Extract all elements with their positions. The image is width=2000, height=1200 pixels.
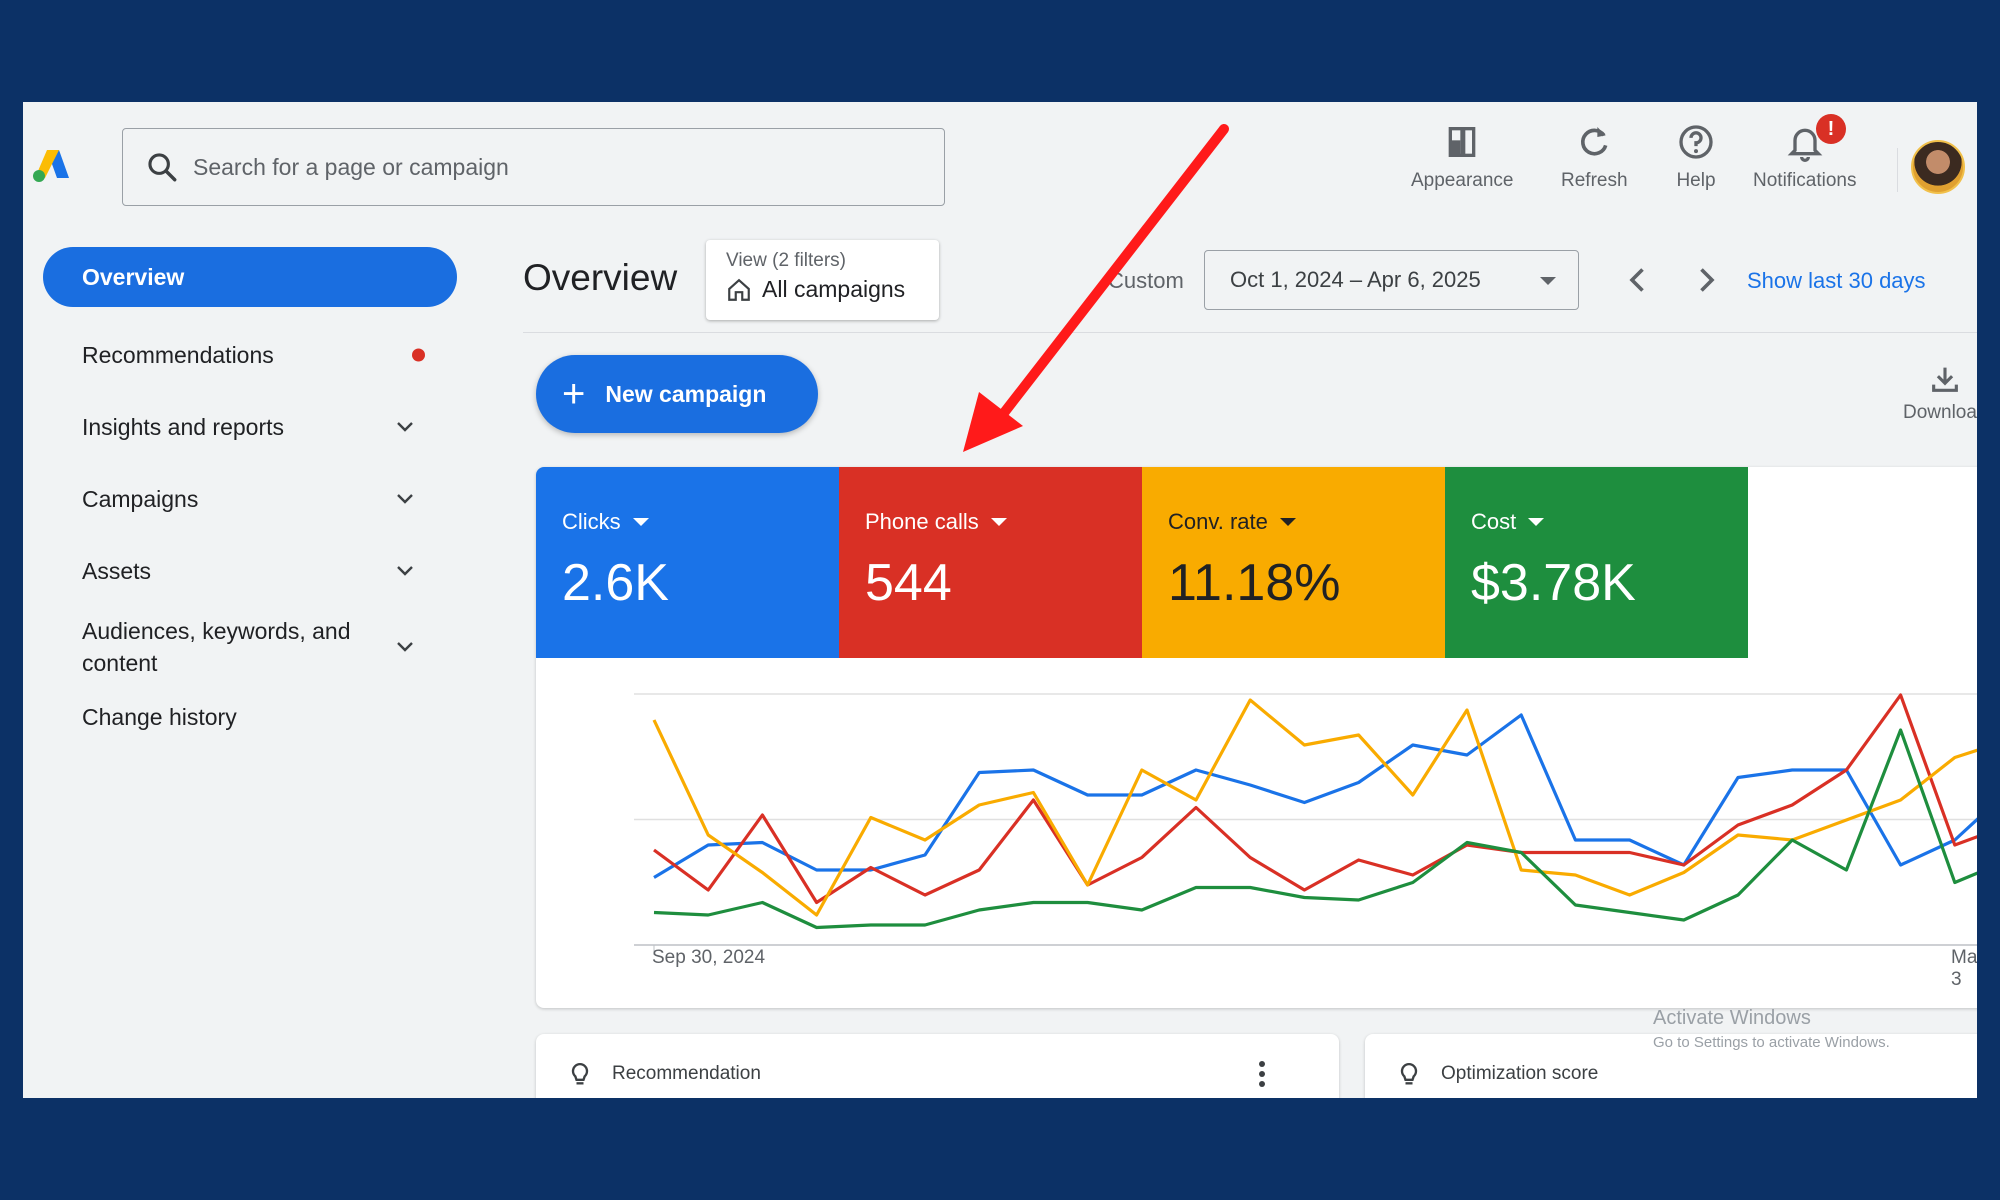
chevron-down-icon <box>397 642 413 652</box>
new-campaign-button[interactable]: + New campaign <box>536 355 818 433</box>
metric-value: 2.6K <box>562 554 669 612</box>
plus-icon: + <box>562 372 586 416</box>
metric-value: 11.18% <box>1168 554 1341 612</box>
dropdown-arrow-icon <box>990 518 1007 526</box>
refresh-icon <box>1581 127 1608 156</box>
view-filters-label: View (2 filters) <box>726 250 847 271</box>
sidebar-item-label: Insights and reports <box>82 413 285 440</box>
windows-watermark: Activate Windows Go to Settings to activ… <box>1653 1007 1890 1051</box>
metric-tile-clicks[interactable]: Clicks 2.6K <box>536 467 839 658</box>
metric-tile-phone-calls[interactable]: Phone calls 544 <box>839 467 1142 658</box>
topbar-divider <box>1897 148 1898 192</box>
date-range-picker[interactable]: Oct 1, 2024 – Apr 6, 2025 <box>1204 250 1579 310</box>
watermark-line1: Activate Windows <box>1653 1007 1811 1029</box>
sidebar-item-label: Change history <box>82 703 237 730</box>
watermark-line2: Go to Settings to activate Windows. <box>1653 1034 1890 1051</box>
metric-value: $3.78K <box>1471 554 1636 612</box>
help-button[interactable]: Help <box>1676 122 1716 192</box>
metric-value: 544 <box>865 554 952 612</box>
recommendation-card[interactable]: Recommendation <box>536 1034 1339 1098</box>
appearance-label: Appearance <box>1411 170 1514 191</box>
metric-tile-conv-rate[interactable]: Conv. rate 11.18% <box>1142 467 1445 658</box>
optimization-score-title: Optimization score <box>1441 1063 1599 1084</box>
sidebar-item-label: Assets <box>82 557 152 584</box>
notifications-label: Notifications <box>1753 170 1857 191</box>
sidebar-item-change-history[interactable]: Change history <box>43 687 457 747</box>
help-icon <box>1679 125 1713 159</box>
custom-label: Custom <box>1108 268 1184 293</box>
avatar[interactable] <box>1911 140 1965 194</box>
sidebar-item-insights[interactable]: Insights and reports <box>43 391 457 463</box>
google-ads-logo[interactable] <box>31 148 71 184</box>
chevron-down-icon <box>397 494 413 504</box>
appearance-icon <box>1448 127 1476 157</box>
refresh-button[interactable]: Refresh <box>1561 122 1628 192</box>
chevron-down-icon <box>397 422 413 432</box>
dropdown-arrow-icon <box>1528 518 1545 526</box>
sidebar-item-recommendations[interactable]: Recommendations <box>43 319 457 391</box>
metric-label: Conv. rate <box>1168 509 1268 534</box>
refresh-label: Refresh <box>1561 170 1628 191</box>
lightbulb-icon <box>571 1062 589 1085</box>
sidebar-item-label: Overview <box>82 263 185 290</box>
x-axis-end-label: Mar 3 <box>1951 947 1977 990</box>
x-axis-start-label: Sep 30, 2024 <box>652 947 766 968</box>
dropdown-arrow-icon <box>1540 277 1556 285</box>
date-range-value: Oct 1, 2024 – Apr 6, 2025 <box>1230 267 1481 292</box>
search-input[interactable] <box>193 153 893 181</box>
chevron-right-icon[interactable] <box>1688 262 1724 298</box>
search-icon <box>148 153 177 182</box>
home-icon <box>728 278 750 301</box>
dropdown-arrow-icon <box>632 518 649 526</box>
recommendation-title: Recommendation <box>612 1063 761 1084</box>
sidebar-item-label: Campaigns <box>82 485 199 512</box>
sidebar-item-assets[interactable]: Assets <box>43 535 457 607</box>
chevron-down-icon <box>397 566 413 576</box>
dropdown-arrow-icon <box>1279 518 1296 526</box>
recommendations-dot <box>412 348 425 362</box>
sidebar-item-audiences[interactable]: Audiences, keywords, and content <box>43 607 457 687</box>
metric-tile-cost[interactable]: Cost $3.78K <box>1445 467 1748 658</box>
page-title: Overview <box>523 257 678 298</box>
appearance-button[interactable]: Appearance <box>1411 122 1513 192</box>
download-icon <box>1932 367 1959 392</box>
notification-badge: ! <box>1816 114 1846 144</box>
more-options-icon[interactable] <box>1248 1060 1276 1088</box>
chart-series-line-3[interactable] <box>653 728 1977 930</box>
sidebar-item-campaigns[interactable]: Campaigns <box>43 463 457 535</box>
chevron-left-icon[interactable] <box>1620 262 1656 298</box>
metric-label: Clicks <box>562 509 621 534</box>
download-button[interactable]: Download <box>1903 362 1977 424</box>
sidebar-item-overview[interactable]: Overview <box>43 247 457 307</box>
new-campaign-label: New campaign <box>605 380 767 407</box>
lightbulb-icon <box>1400 1062 1418 1085</box>
metric-label: Phone calls <box>865 509 979 534</box>
help-label: Help <box>1676 170 1716 191</box>
view-scope-label: All campaigns <box>762 276 906 302</box>
search-bar[interactable] <box>122 128 945 206</box>
view-filter-selector[interactable]: View (2 filters) All campaigns <box>706 240 939 320</box>
sidebar-nav: Overview Recommendations Insights and re… <box>43 247 457 747</box>
performance-card: Clicks 2.6K Phone calls 544 Conv. rate 1… <box>536 467 1977 1008</box>
sidebar-item-label: Audiences, keywords, and content <box>82 618 351 676</box>
download-label: Download <box>1903 402 1977 423</box>
header-divider <box>523 332 1977 333</box>
metric-label: Cost <box>1471 509 1517 534</box>
show-last-30-days-link[interactable]: Show last 30 days <box>1747 268 1926 294</box>
sidebar-item-label: Recommendations <box>82 341 274 368</box>
ads-window: Appearance Refresh Help Notifications ! … <box>23 102 1977 1098</box>
